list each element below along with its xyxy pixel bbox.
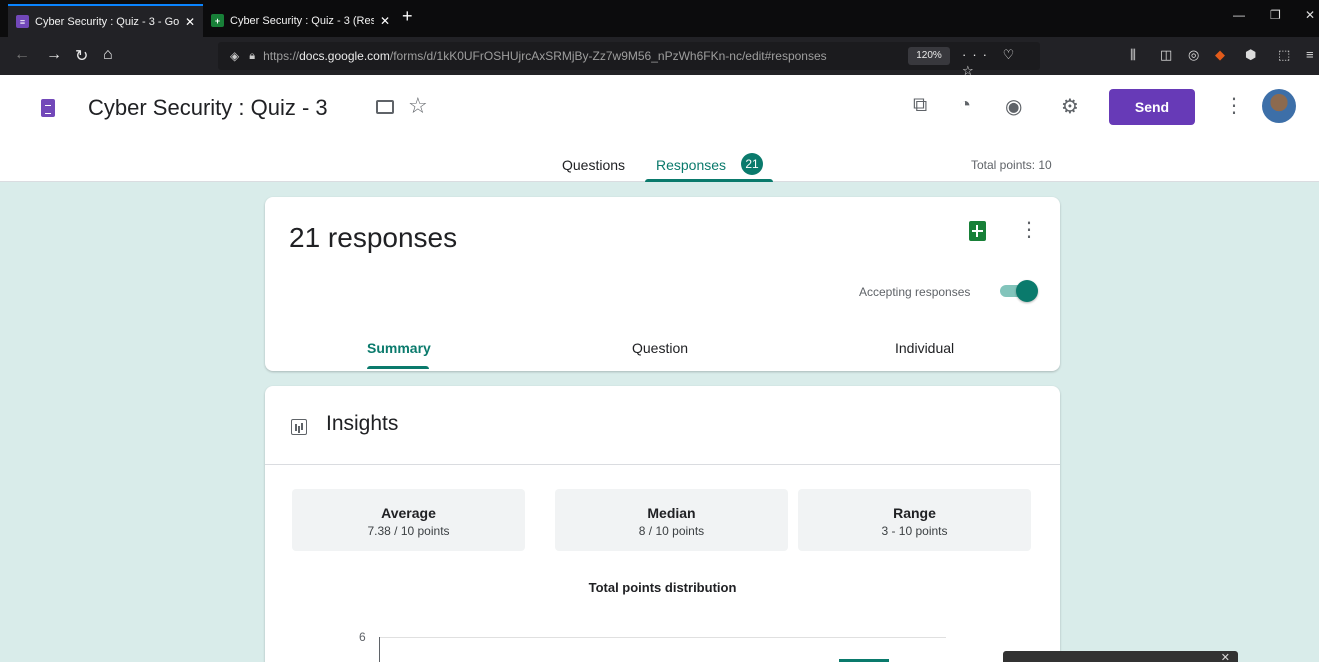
browser-tab-sheets[interactable]: + Cyber Security : Quiz - 3 (Respo ✕ [203, 4, 398, 37]
close-icon[interactable]: ✕ [185, 15, 195, 29]
star-icon[interactable]: ☆ [408, 93, 428, 119]
more-options-icon[interactable]: ⋮ [1224, 93, 1244, 118]
tab-title: Cyber Security : Quiz - 3 - Goog [35, 15, 179, 28]
snackbar: ✕ [1003, 651, 1238, 662]
extension-icon[interactable]: ◆ [1215, 47, 1225, 63]
grid-line [380, 637, 946, 638]
y-axis [379, 637, 380, 662]
avatar[interactable] [1262, 89, 1296, 123]
active-tab-indicator [645, 179, 773, 182]
insights-chart-icon [291, 419, 307, 435]
url-text[interactable]: https://docs.google.com/forms/d/1kK0UFrO… [263, 49, 843, 63]
stat-value: 3 - 10 points [881, 524, 948, 538]
tab-summary[interactable]: Summary [367, 340, 431, 356]
url-host: docs.google.com [299, 49, 390, 63]
browser-tab-bar: ≡ Cyber Security : Quiz - 3 - Goog ✕ + C… [0, 0, 1319, 37]
stat-label: Average [381, 505, 436, 521]
chart-title: Total points distribution [588, 580, 737, 595]
insights-card: Insights Average 7.38 / 10 points Median… [265, 386, 1060, 662]
tab-question[interactable]: Question [632, 340, 688, 356]
lock-icon[interactable]: 🔒︎ [249, 50, 255, 63]
extensions-icon[interactable]: ⬚ [1278, 47, 1290, 63]
more-options-icon[interactable]: ⋮ [1019, 217, 1039, 242]
browser-tab-forms[interactable]: ≡ Cyber Security : Quiz - 3 - Goog ✕ [8, 4, 203, 37]
zoom-badge[interactable]: 120% [908, 47, 950, 65]
minimize-icon[interactable]: — [1233, 8, 1245, 22]
new-tab-button[interactable]: + [402, 6, 413, 27]
send-button[interactable]: Send [1109, 89, 1195, 125]
tab-responses[interactable]: Responses [656, 157, 726, 173]
sidebar-icon[interactable]: ◫ [1160, 47, 1172, 63]
url-bar[interactable]: ◈ 🔒︎ https://docs.google.com/forms/d/1kK… [218, 42, 1040, 78]
responses-count-badge: 21 [741, 153, 763, 175]
palette-icon[interactable]: ◔ [959, 94, 971, 117]
total-points: Total points: 10 [971, 158, 1052, 172]
preview-eye-icon[interactable]: ◉ [1005, 94, 1022, 119]
stat-value: 8 / 10 points [638, 524, 705, 538]
stat-value: 7.38 / 10 points [367, 524, 450, 538]
active-view-indicator [367, 366, 429, 369]
home-icon[interactable]: ⌂ [103, 46, 113, 64]
accepting-responses-toggle[interactable] [996, 280, 1038, 302]
stat-label: Median [647, 505, 696, 521]
browser-nav-bar: ← → ↻ ⌂ ◈ 🔒︎ https://docs.google.com/for… [0, 37, 1319, 78]
divider [265, 464, 1060, 465]
sheets-icon[interactable] [969, 221, 986, 241]
tab-individual[interactable]: Individual [895, 340, 954, 356]
back-icon[interactable]: ← [14, 46, 30, 64]
stat-median: Median 8 / 10 points [555, 489, 788, 551]
forms-header: Cyber Security : Quiz - 3 ☆ ⧉ ◔ ◉ ⚙ Send… [0, 75, 1319, 182]
url-prefix: https:// [263, 49, 300, 63]
responses-count-title: 21 responses [289, 222, 458, 253]
restore-icon[interactable]: ❐ [1270, 8, 1281, 22]
page-title: Cyber Security : Quiz - 3 [88, 95, 328, 120]
addons-puzzle-icon[interactable]: ⧉ [913, 94, 927, 117]
forms-icon: ≡ [16, 15, 29, 28]
library-icon[interactable]: ⫼ [1130, 47, 1136, 63]
folder-icon[interactable] [376, 100, 394, 114]
menu-icon[interactable]: ≡ [1306, 47, 1314, 62]
insights-title: Insights [326, 412, 399, 435]
url-path: /forms/d/1kK0UFrOSHUjrcAxSRMjBy-Zz7w9M56… [389, 49, 827, 63]
stat-range: Range 3 - 10 points [798, 489, 1031, 551]
window-close-icon[interactable]: ✕ [1305, 8, 1315, 22]
settings-gear-icon[interactable]: ⚙ [1061, 94, 1079, 119]
close-icon[interactable]: ✕ [380, 14, 390, 28]
shield-icon[interactable]: ◈ [230, 49, 239, 63]
tab-questions[interactable]: Questions [562, 157, 625, 173]
stat-average: Average 7.38 / 10 points [292, 489, 525, 551]
stat-label: Range [893, 505, 936, 521]
forms-logo-icon[interactable] [41, 99, 55, 117]
toggle-knob [1016, 280, 1038, 302]
responses-card: 21 responses ⋮ Accepting responses Summa… [265, 197, 1060, 371]
forward-icon[interactable]: → [46, 46, 62, 64]
tab-title: Cyber Security : Quiz - 3 (Respo [230, 14, 374, 27]
y-tick-label: 6 [359, 630, 366, 644]
account-icon[interactable]: ◎ [1188, 47, 1199, 63]
reload-icon[interactable]: ↻ [75, 46, 88, 66]
accepting-responses-label: Accepting responses [859, 285, 971, 299]
sheets-icon: + [211, 14, 224, 27]
shield-extension-icon[interactable]: ⬢ [1245, 47, 1256, 63]
close-icon[interactable]: ✕ [1221, 651, 1230, 662]
